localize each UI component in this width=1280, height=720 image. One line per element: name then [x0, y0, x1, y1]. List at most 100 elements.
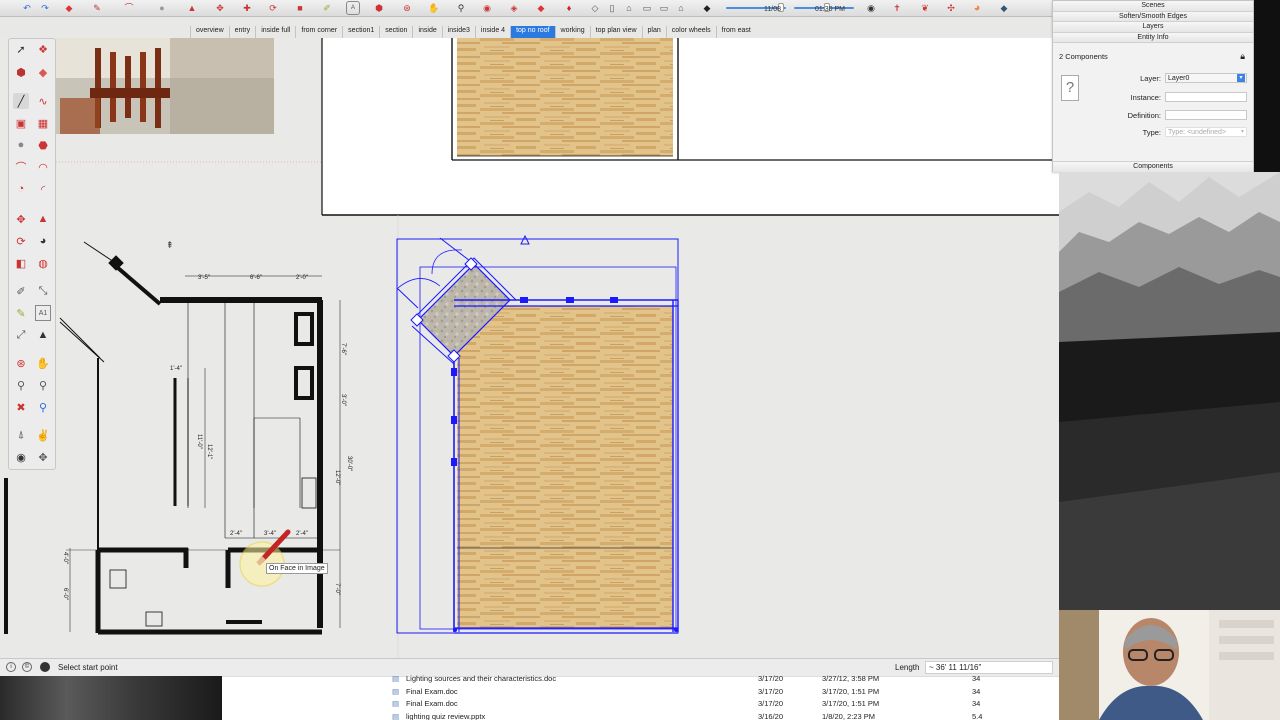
front-view-icon[interactable]: ▭ — [657, 1, 671, 15]
zoom-window-icon[interactable]: ◉ — [480, 1, 494, 15]
hidden-line-icon[interactable]: ▯ — [605, 1, 619, 15]
eraser-icon[interactable]: ◆ — [62, 1, 76, 15]
pan-icon[interactable]: ✋ — [35, 355, 51, 371]
offset-icon[interactable]: ◍ — [35, 255, 51, 271]
tray-layers-header[interactable]: Layers — [1053, 22, 1253, 33]
circle-icon[interactable]: ● — [155, 1, 169, 15]
scene-tab-inside[interactable]: inside — [412, 26, 441, 38]
look-around-icon[interactable]: ✣ — [944, 1, 958, 15]
scene-tab-from-corner[interactable]: from corner — [295, 26, 342, 38]
text-icon[interactable]: A — [346, 1, 360, 15]
xray-icon[interactable]: ◇ — [588, 1, 602, 15]
text-tool-icon[interactable]: A1 — [35, 305, 51, 321]
geo-location-icon[interactable]: i — [6, 662, 16, 672]
orbit-icon[interactable]: ⊛ — [400, 1, 414, 15]
iso-view-icon[interactable]: ⌂ — [622, 1, 636, 15]
scene-tab-top-no-roof[interactable]: top no roof — [510, 26, 555, 38]
right-view-icon[interactable]: ⌂ — [674, 1, 688, 15]
instance-field[interactable] — [1165, 92, 1247, 102]
section-plane-tool-icon[interactable]: ✥ — [35, 449, 51, 465]
protractor-icon[interactable]: ✎ — [13, 305, 29, 321]
position-camera-icon[interactable]: ♦ — [562, 1, 576, 15]
arc3-icon[interactable]: ◜ — [35, 181, 51, 197]
position-camera-tool-icon[interactable]: ⍋ — [13, 427, 29, 443]
pushpull-tool-icon[interactable]: ▲ — [35, 211, 51, 227]
walk-icon[interactable]: ✝ — [890, 1, 904, 15]
scene-tab-inside-full[interactable]: inside full — [255, 26, 295, 38]
circle-tool-icon[interactable]: ● — [13, 137, 29, 153]
look-around-tool-icon[interactable]: ◉ — [13, 449, 29, 465]
zoom-tool-icon[interactable]: ⚲ — [13, 377, 29, 393]
rectangle-icon[interactable]: ▣ — [13, 115, 29, 131]
tape-tool-icon[interactable]: ✐ — [13, 283, 29, 299]
redo-icon[interactable]: ↷ — [38, 1, 52, 15]
scene-tab-overview[interactable]: overview — [190, 26, 229, 38]
selected-components[interactable] — [396, 234, 679, 634]
definition-field[interactable] — [1165, 110, 1247, 120]
select-icon[interactable]: ➚ — [13, 41, 29, 57]
top-view-icon[interactable]: ▭ — [640, 1, 654, 15]
move-tool-icon[interactable]: ✥ — [13, 211, 29, 227]
hand-icon[interactable]: ✋ — [427, 1, 441, 15]
scene-tab-from-east[interactable]: from east — [715, 26, 756, 38]
arc-icon[interactable]: ⌒ — [122, 1, 136, 15]
move-icon[interactable]: ✥ — [213, 1, 227, 15]
color-wheel-icon[interactable]: ◕ — [970, 1, 984, 15]
arc-tool-icon[interactable]: ⌒ — [13, 159, 29, 175]
scene-tab-section[interactable]: section — [379, 26, 412, 38]
zoom-icon[interactable]: ⚲ — [454, 1, 468, 15]
zoom-window-tool-icon[interactable]: ⚲ — [35, 377, 51, 393]
3d-text-icon[interactable]: ▲ — [35, 327, 51, 343]
tray-scenes-header[interactable]: Scenes — [1053, 1, 1253, 12]
zoom-extents-icon[interactable]: ◈ — [507, 1, 521, 15]
paint-bucket-icon[interactable]: ⬢ — [372, 1, 386, 15]
walk-tool-icon[interactable]: ✌ — [35, 427, 51, 443]
footprints-icon[interactable]: ❦ — [918, 1, 932, 15]
drawing-canvas[interactable]: 3'-5" 6'-6" 2'-0" 7'-6" 3'-0" 30'-0" 12'… — [0, 38, 1059, 658]
scene-tab-color-wheels[interactable]: color wheels — [665, 26, 716, 38]
scene-tab-top-plan-view[interactable]: top plan view — [589, 26, 642, 38]
previous-icon[interactable]: ⚲ — [35, 399, 51, 415]
scene-tab-inside-4[interactable]: inside 4 — [474, 26, 510, 38]
tray-soften-header[interactable]: Soften/Smooth Edges — [1053, 11, 1253, 22]
arc2-icon[interactable]: ◠ — [35, 159, 51, 175]
scene-tab-section1[interactable]: section1 — [342, 26, 379, 38]
orbit-tool-icon[interactable]: ⊛ — [13, 355, 29, 371]
dimension-icon[interactable]: ⤡ — [35, 283, 51, 299]
undo-icon[interactable]: ↶ — [20, 1, 34, 15]
zoom-extents-tool-icon[interactable]: ✖ — [13, 399, 29, 415]
scale-icon[interactable]: ■ — [293, 1, 307, 15]
rotate-tool-icon[interactable]: ⟳ — [13, 233, 29, 249]
erase-icon[interactable]: ◆ — [35, 64, 51, 80]
scene-tab-inside3[interactable]: inside3 — [441, 26, 475, 38]
measurement-box[interactable]: ~ 36' 11 11/16" — [925, 661, 1053, 674]
type-select[interactable]: Type: <undefined> ▾ — [1165, 127, 1247, 137]
scale-tool-icon[interactable]: ◧ — [13, 255, 29, 271]
scene-tab-working[interactable]: working — [554, 26, 590, 38]
freehand-icon[interactable]: ∿ — [35, 93, 51, 109]
layer-select[interactable]: Layer0 ▾ — [1165, 73, 1247, 83]
make-component-icon[interactable]: ❖ — [35, 41, 51, 57]
rotate-icon[interactable]: ⟳ — [266, 1, 280, 15]
paint-icon[interactable]: ⬢ — [13, 64, 29, 80]
pencil-icon[interactable]: ✎ — [90, 1, 104, 15]
push-pull-icon[interactable]: ▲ — [185, 1, 199, 15]
rotated-rectangle-icon[interactable]: ▦ — [35, 115, 51, 131]
tray-entity-info-header[interactable]: Entity Info — [1053, 32, 1253, 43]
line-tool-icon[interactable]: ╱ — [13, 93, 29, 109]
previous-view-icon[interactable]: ◆ — [534, 1, 548, 15]
shadows-icon[interactable]: ◉ — [864, 1, 878, 15]
credits-icon[interactable]: © — [22, 662, 32, 672]
extension-icon[interactable]: ◆ — [997, 1, 1011, 15]
scene-tab-entry[interactable]: entry — [228, 26, 256, 38]
move-icon-2[interactable]: ✚ — [240, 1, 254, 15]
file-row[interactable]: ▤ Final Exam.doc 3/17/20 3/17/20, 1:51 PM 34 — [392, 687, 992, 699]
user-icon[interactable] — [40, 662, 50, 672]
followme-icon[interactable]: ◕ — [35, 233, 51, 249]
section-plane-icon[interactable]: ◆ — [700, 1, 714, 15]
tray-components-header[interactable]: Components — [1053, 161, 1253, 172]
file-row[interactable]: ▤ lighting quiz review.pptx 3/16/20 1/8/20,… — [392, 712, 992, 720]
axes-icon[interactable]: ⤢ — [13, 327, 29, 343]
tape-icon[interactable]: ✐ — [320, 1, 334, 15]
lock-icon[interactable]: 🔒︎ — [1240, 51, 1245, 62]
